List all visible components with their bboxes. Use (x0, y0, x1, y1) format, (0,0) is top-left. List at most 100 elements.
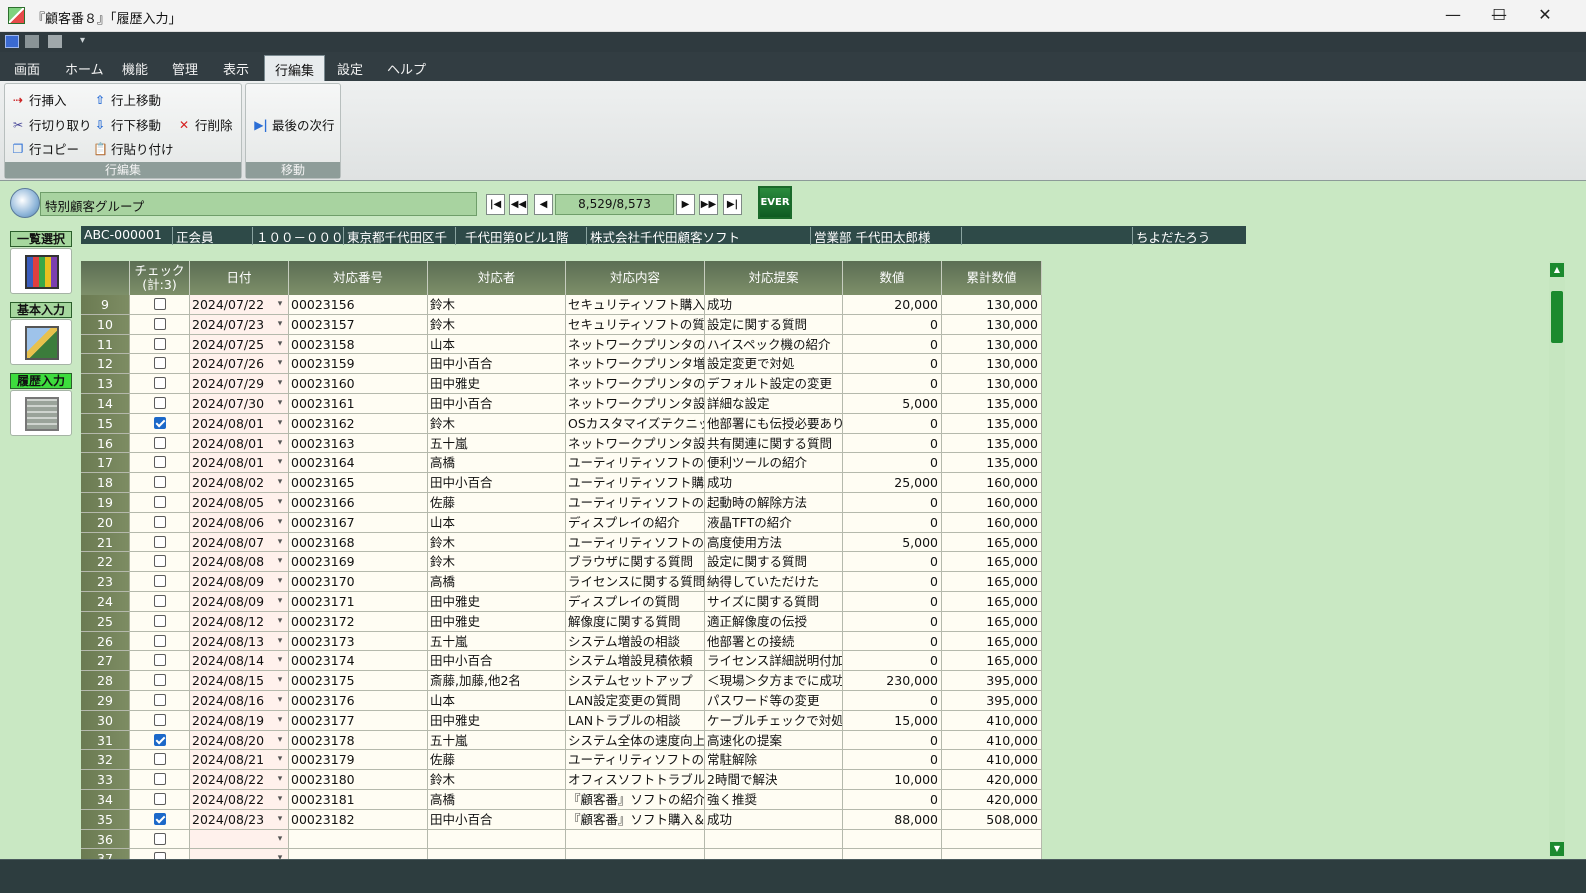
cell-cumulative[interactable]: 135,000 (942, 453, 1042, 474)
cell-cumulative[interactable]: 135,000 (942, 394, 1042, 414)
date-dropdown-icon[interactable]: ▾ (272, 295, 288, 314)
menu-view[interactable]: 表示 (223, 59, 249, 78)
cell-proposal[interactable]: 適正解像度の伝授 (705, 611, 843, 632)
row-checkbox[interactable] (153, 397, 166, 409)
cell-value[interactable]: 230,000 (843, 671, 942, 691)
cell-proposal[interactable]: 成功 (705, 295, 843, 315)
cell-number[interactable]: 00023165 (289, 473, 428, 493)
first-record-button[interactable]: |◀ (486, 194, 505, 215)
cell-content[interactable]: ユーティリティソフト購入＆セット (566, 473, 705, 493)
row-number[interactable]: 15 (81, 413, 130, 434)
cell-number[interactable]: 00023182 (289, 809, 428, 830)
table-row[interactable]: 35 2024/08/23 ▾00023182 田中小百合 『顧客番』ソフト購入＆セット… (81, 809, 1042, 830)
cell-cumulative[interactable]: 165,000 (942, 592, 1042, 612)
cell-proposal[interactable]: 成功 (705, 473, 843, 493)
cell-proposal[interactable]: ハイスペック機の紹介 (705, 334, 843, 355)
cell-proposal[interactable]: 高度使用方法 (705, 532, 843, 553)
cell-content[interactable]: OSカスタマイズテクニックの質問 (566, 413, 705, 434)
cell-date[interactable]: 2024/08/23 ▾ (190, 809, 289, 830)
row-checkbox[interactable] (153, 357, 166, 370)
cell-cumulative[interactable]: 130,000 (942, 354, 1042, 375)
cell-content[interactable]: ネットワークプリンタ増設トラブル (566, 354, 705, 375)
cell-date[interactable]: 2024/08/02 ▾ (190, 473, 289, 493)
row-number[interactable]: 17 (81, 453, 130, 474)
date-dropdown-icon[interactable]: ▾ (272, 572, 288, 591)
date-dropdown-icon[interactable]: ▾ (272, 592, 288, 611)
cell-proposal[interactable]: 常駐解除 (705, 750, 843, 771)
cell-date[interactable]: 2024/07/25 ▾ (190, 334, 289, 355)
date-dropdown-icon[interactable]: ▾ (272, 513, 288, 532)
cell-cumulative[interactable]: 395,000 (942, 671, 1042, 691)
cell-person[interactable] (428, 829, 566, 850)
date-dropdown-icon[interactable]: ▾ (272, 790, 288, 809)
cell-content[interactable]: ネットワークプリンタ設定の質問 (566, 433, 705, 454)
table-row[interactable]: 32 2024/08/21 ▾00023179 佐藤 ユーティリティソフトの質問常駐解除… (81, 750, 1042, 771)
date-dropdown-icon[interactable]: ▾ (272, 354, 288, 373)
cell-content[interactable]: ユーティリティソフトの質問 (566, 532, 705, 553)
table-row[interactable]: 13 2024/07/29 ▾00023160 田中雅史 ネットワークプリンタの質問デフ… (81, 374, 1042, 394)
row-number[interactable]: 26 (81, 631, 130, 652)
row-number[interactable]: 30 (81, 710, 130, 731)
cell-date[interactable]: 2024/07/29 ▾ (190, 374, 289, 394)
cell-content[interactable]: ディスプレイの紹介 (566, 512, 705, 533)
cell-number[interactable]: 00023171 (289, 592, 428, 612)
table-row[interactable]: 26 2024/08/13 ▾ 00023173 五十嵐 システム増設の相談 他部署との接続… (81, 631, 1042, 652)
cell-date[interactable]: 2024/08/09 ▾ (190, 572, 289, 592)
cell-value[interactable]: 25,000 (843, 473, 942, 493)
cell-value[interactable]: 0 (843, 433, 942, 454)
cell-cumulative[interactable]: 165,000 (942, 651, 1042, 672)
table-row[interactable]: 18 2024/08/02 ▾00023165 田中小百合 ユーティリティソフト購入＆セ… (81, 473, 1042, 493)
cell-proposal[interactable]: 強く推奨 (705, 790, 843, 810)
cell-cumulative[interactable]: 160,000 (942, 473, 1042, 493)
cell-value[interactable]: 20,000 (843, 295, 942, 315)
cell-number[interactable]: 00023177 (289, 710, 428, 731)
table-row[interactable]: 33 2024/08/22 ▾00023180 鈴木 オフィスソフトトラブルの質問2時間… (81, 770, 1042, 790)
move-up-button[interactable]: ⇧ 行上移動 (93, 90, 161, 109)
table-row[interactable]: 19 2024/08/05 ▾00023166 佐藤 ユーティリティソフトの質問起動時の… (81, 493, 1042, 513)
row-number[interactable]: 33 (81, 770, 130, 790)
cell-person[interactable]: 田中雅史 (428, 611, 566, 632)
row-number[interactable]: 25 (81, 611, 130, 632)
menu-settings[interactable]: 設定 (337, 59, 363, 78)
cell-person[interactable]: 田中小百合 (428, 394, 566, 414)
cell-person[interactable]: 田中雅史 (428, 710, 566, 731)
cell-cumulative[interactable]: 130,000 (942, 295, 1042, 315)
cell-proposal[interactable]: 設定に関する質問 (705, 314, 843, 335)
cell-cumulative[interactable]: 165,000 (942, 552, 1042, 573)
cell-date[interactable]: 2024/08/22 ▾ (190, 790, 289, 810)
cell-value[interactable]: 0 (843, 730, 942, 751)
row-number[interactable]: 23 (81, 572, 130, 592)
cell-cumulative[interactable]: 160,000 (942, 493, 1042, 513)
delete-row-button[interactable]: ✕ 行削除 (177, 115, 233, 134)
cell-date[interactable]: 2024/08/20 ▾ (190, 730, 289, 751)
table-row[interactable]: 10 2024/07/23 ▾ 00023157 鈴木 セキュリティソフトの質問 設定に関す… (81, 314, 1042, 335)
cell-date[interactable]: 2024/08/09 ▾ (190, 592, 289, 612)
date-dropdown-icon[interactable]: ▾ (272, 651, 288, 670)
scroll-down-icon[interactable]: ▼ (1550, 842, 1564, 856)
cell-date[interactable]: 2024/08/05 ▾ (190, 493, 289, 513)
header-date[interactable]: 日付 (190, 261, 289, 295)
cell-person[interactable]: 鈴木 (428, 552, 566, 573)
cell-person[interactable]: 田中小百合 (428, 473, 566, 493)
row-checkbox[interactable] (153, 535, 166, 548)
cell-value[interactable]: 5,000 (843, 394, 942, 414)
cell-cumulative[interactable]: 130,000 (942, 334, 1042, 355)
cell-content[interactable]: ユーティリティソフトの質問 (566, 493, 705, 513)
row-checkbox[interactable] (153, 634, 166, 647)
cell-value[interactable]: 0 (843, 334, 942, 355)
cell-content[interactable]: ライセンスに関する質問 (566, 572, 705, 592)
cell-proposal[interactable]: デフォルト設定の変更 (705, 374, 843, 394)
row-number[interactable]: 21 (81, 532, 130, 553)
row-number[interactable]: 28 (81, 671, 130, 691)
cell-content[interactable] (566, 829, 705, 850)
cell-date[interactable]: 2024/07/26 ▾ (190, 354, 289, 375)
row-checkbox[interactable] (153, 773, 166, 786)
cell-number[interactable]: 00023170 (289, 572, 428, 592)
cell-value[interactable]: 0 (843, 374, 942, 394)
table-row[interactable]: 14 2024/07/30 ▾00023161 田中小百合 ネットワークプリンタ設定の質… (81, 394, 1042, 414)
cell-date[interactable]: ▾ (190, 829, 289, 850)
close-button[interactable]: ✕ (1522, 0, 1568, 32)
cell-number[interactable]: 00023160 (289, 374, 428, 394)
cell-content[interactable]: ブラウザに関する質問 (566, 552, 705, 573)
cell-person[interactable]: 高橋 (428, 790, 566, 810)
